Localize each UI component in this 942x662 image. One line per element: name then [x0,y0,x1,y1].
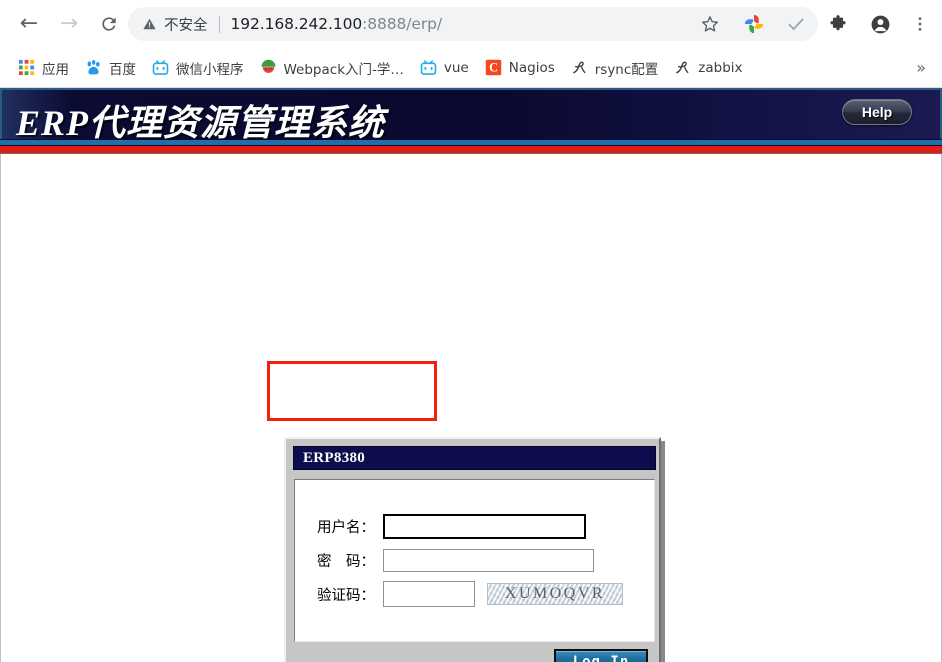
captcha-image-text: XUMOQVR [504,585,606,602]
bookmark-item-webpack[interactable]: Webpack入门-学… [254,55,410,81]
url-path: :8888/erp/ [362,15,442,33]
bookmark-star-icon [701,16,719,32]
username-row: 用户名： [305,509,645,543]
browser-window: ← → 不安全 192.168.242.100:8888/erp/ 应用 百度 … [0,0,942,662]
arrow-right-icon: → [59,11,79,36]
reload-button[interactable] [92,7,126,41]
bookmark-item-apps[interactable]: 应用 [12,55,75,81]
bookmark-label: zabbix [698,59,743,76]
help-button-label: Help [861,104,893,120]
bookmark-label: 百度 [109,61,136,78]
chrome-menu-icon [918,17,922,31]
login-dialog-titlebar: ERP8380 [293,446,656,470]
login-dialog: ERP8380 用户名： 密 码： 验证码： XUMOQVR Log In [284,437,661,662]
extensions-button[interactable] [821,7,855,41]
bookmark-item-rsync[interactable]: rsync配置 [565,55,665,81]
bookmark-item-nagios[interactable]: C Nagios [479,55,561,81]
script-a-icon [676,61,689,74]
browser-chrome: ← → 不安全 192.168.242.100:8888/erp/ 应用 百度 … [0,0,942,88]
bookmarks-overflow-button[interactable]: » [916,58,926,77]
bookmark-label: Nagios [508,59,555,76]
bookmark-label: 微信小程序 [176,61,244,78]
login-form-panel: 用户名： 密 码： 验证码： XUMOQVR [294,479,655,642]
baidu-paw-icon [87,59,100,75]
forward-button[interactable]: → [52,7,86,41]
erp-header-banner: ERP代理资源管理系统 Help [0,88,942,139]
page-body: ERP8380 用户名： 密 码： 验证码： XUMOQVR Log In [0,154,942,662]
script-a-icon [572,61,586,74]
svg-text:C: C [489,61,498,75]
bookmark-star-button[interactable] [693,7,727,41]
captcha-label: 验证码： [317,587,375,604]
url-text: 192.168.242.100:8888/erp/ [231,15,443,33]
username-input[interactable] [383,513,586,539]
back-button[interactable]: ← [12,7,46,41]
url-host: 192.168.242.100 [230,15,363,33]
chrome-menu-button[interactable] [903,7,937,41]
bilibili-tv-icon [152,60,169,75]
bookmark-item-wechat-miniprogram[interactable]: 微信小程序 [146,55,250,81]
login-button-label: Log In [572,653,630,662]
page-title: ERP代理资源管理系统 [16,103,386,139]
header-stripe-blue [0,139,942,146]
reload-icon [102,17,116,31]
google-photos-icon [744,14,764,34]
password-label: 密 码： [317,553,375,570]
watermelon-icon [261,59,275,73]
page-viewport: ERP代理资源管理系统 Help ERP8380 用户名： 密 码： 验证码： … [0,88,942,662]
nagios-c-icon: C [485,59,501,76]
bookmark-label: 应用 [42,61,69,78]
profile-avatar-icon [871,15,889,33]
captcha-image[interactable]: XUMOQVR [487,583,623,605]
checkmark-icon [788,18,804,31]
captcha-row: 验证码： XUMOQVR [305,577,645,611]
omnibox-separator [218,15,220,33]
arrow-left-icon: ← [19,11,39,36]
password-row: 密 码： [305,543,645,577]
login-dialog-footer: Log In [294,645,655,662]
username-label: 用户名： [317,519,375,536]
bookmark-item-zabbix[interactable]: zabbix [668,55,748,81]
captcha-input[interactable] [383,581,475,607]
bookmarks-bar: 应用 百度 微信小程序 Webpack入门-学… vue C Nagios rs… [0,48,942,87]
apps-grid-icon [18,59,35,76]
header-stripe-red [0,146,942,154]
login-form-rows: 用户名： 密 码： 验证码： XUMOQVR [305,509,645,611]
password-input[interactable] [383,548,594,572]
bilibili-tv-icon [420,60,437,75]
bookmark-label: Webpack入门-学… [283,61,404,78]
google-photos-button[interactable] [737,7,771,41]
security-status-label: 不安全 [164,17,208,34]
sync-check-button[interactable] [779,7,813,41]
warning-triangle-icon [143,18,156,30]
help-button[interactable]: Help [842,99,912,125]
login-button[interactable]: Log In [554,649,648,662]
profile-button[interactable] [863,7,897,41]
browser-toolbar: ← → 不安全 192.168.242.100:8888/erp/ [0,0,942,48]
bookmark-item-baidu[interactable]: 百度 [79,55,142,81]
bookmark-label: vue [443,59,469,76]
bookmark-item-vue[interactable]: vue [414,55,475,81]
login-dialog-title: ERP8380 [303,449,366,466]
extensions-puzzle-icon [830,15,846,31]
bookmark-label: rsync配置 [594,61,659,78]
